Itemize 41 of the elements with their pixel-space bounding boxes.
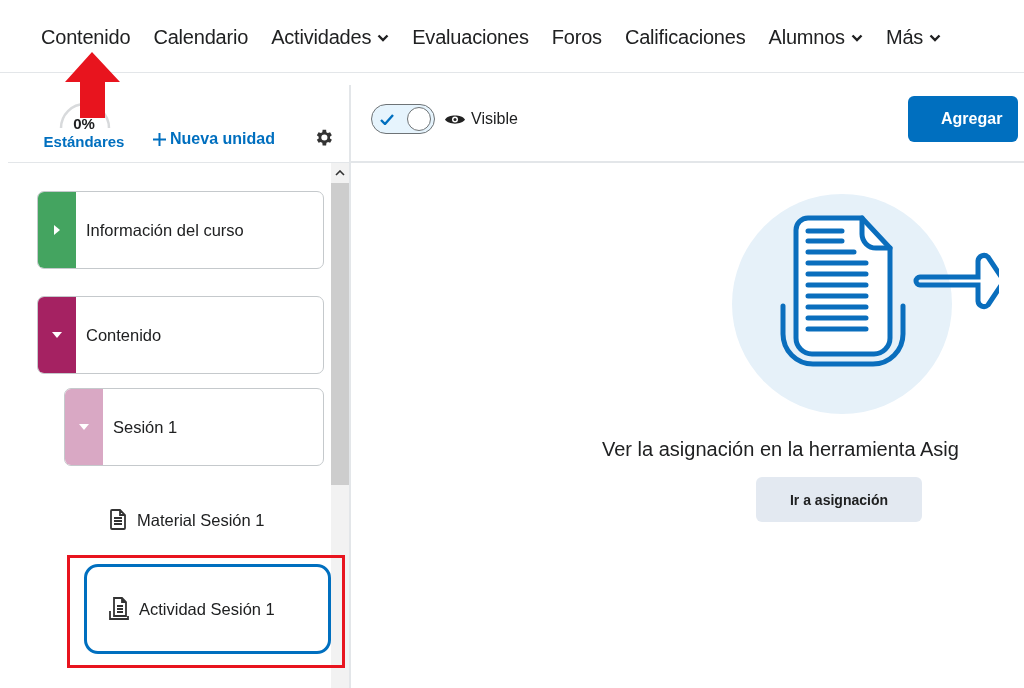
unit-color-strip[interactable] [38, 297, 76, 373]
nav-tab[interactable]: Calificaciones [624, 26, 746, 49]
caret-icon [79, 424, 89, 430]
caret-icon [54, 225, 60, 235]
go-to-assignment-button[interactable]: Ir a asignación [756, 477, 922, 522]
scrollbar[interactable] [331, 163, 349, 688]
visibility-label: Visible [471, 110, 518, 128]
eye-icon [445, 112, 465, 126]
nav-tab[interactable]: Más [885, 26, 942, 49]
unit-title: Sesión 1 [112, 417, 178, 437]
document-tray-icon [107, 597, 131, 621]
chevron-down-icon [850, 33, 863, 42]
progress-value: 0% [73, 115, 95, 132]
unit-card[interactable]: Sesión 1 [64, 388, 324, 466]
unit-title: Información del curso [85, 220, 244, 240]
unit-title: Contenido [85, 325, 162, 345]
nav-tab[interactable]: Alumnos [768, 26, 863, 49]
chevron-up-icon [335, 170, 345, 176]
topic-item[interactable]: Actividad Sesión 1 [84, 564, 331, 654]
annotation-arrow [65, 52, 120, 118]
nav-tab[interactable]: Calendario [153, 26, 249, 49]
unit-color-strip[interactable] [38, 192, 76, 268]
add-button[interactable]: Agregar [908, 96, 1018, 142]
chevron-down-icon [377, 33, 390, 42]
assignment-message: Ver la asignación en la herramienta Asig [602, 438, 959, 461]
nav-tab[interactable]: Evaluaciones [412, 26, 529, 49]
plus-icon [153, 132, 166, 146]
unit-card[interactable]: Contenido [37, 296, 324, 374]
progress-label: Estándares [43, 133, 125, 150]
document-icon [107, 508, 129, 532]
check-icon [380, 113, 394, 125]
topic-item[interactable]: Material Sesión 1 [84, 480, 331, 560]
nav-tab[interactable]: Foros [551, 26, 602, 49]
new-unit-link[interactable]: Nueva unidad [153, 130, 275, 148]
nav-tab[interactable]: Contenido [41, 26, 131, 49]
nav-tab[interactable]: Actividades [271, 26, 390, 49]
chevron-down-icon [929, 33, 942, 42]
visibility-toggle[interactable] [371, 104, 435, 134]
unit-card[interactable]: Información del curso [37, 191, 324, 269]
caret-icon [52, 332, 62, 338]
unit-color-strip[interactable] [65, 389, 103, 465]
